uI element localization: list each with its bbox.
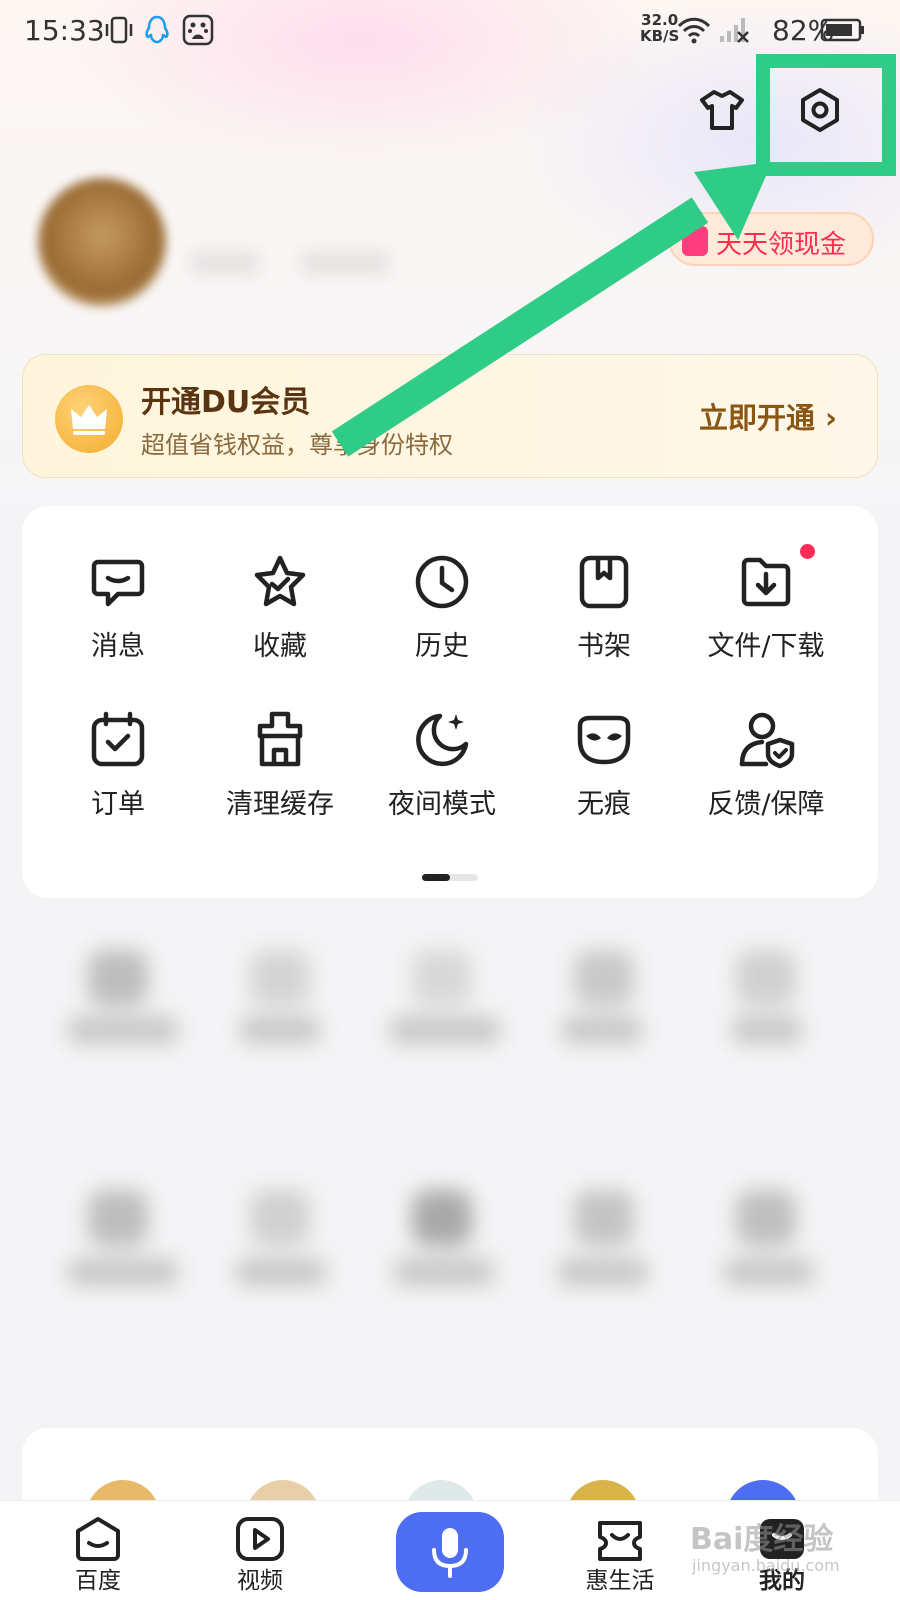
service-label [562, 1016, 642, 1044]
service-label [724, 1258, 814, 1286]
tab-video[interactable]: 视频 [190, 1501, 330, 1600]
night-mode-icon [416, 713, 469, 767]
bookshelf-icon [579, 555, 629, 609]
function-history[interactable]: 历史 [360, 530, 524, 662]
message-icon [91, 559, 145, 607]
tab-baidu[interactable]: 百度 [28, 1501, 168, 1600]
function-label: 夜间模式 [388, 789, 496, 820]
service-icon [412, 950, 472, 1006]
service-icon [88, 950, 148, 1006]
watermark-text: Bai度经验 [690, 1522, 834, 1557]
video-icon [236, 1517, 284, 1561]
function-label: 消息 [91, 631, 145, 662]
service-label [68, 1258, 178, 1286]
page-indicator-active [422, 874, 450, 881]
tab-label: 视频 [237, 1568, 283, 1594]
mic-icon [432, 1528, 468, 1578]
baidu-icon [76, 1517, 120, 1561]
service-icon [250, 950, 310, 1006]
service-icon [412, 1190, 472, 1246]
function-bookshelf[interactable]: 书架 [522, 530, 686, 662]
service-icon [574, 950, 634, 1006]
service-icon [250, 1190, 310, 1246]
function-orders[interactable]: 订单 [36, 688, 200, 820]
service-label [240, 1016, 320, 1044]
download-icon [741, 557, 791, 607]
feedback-icon [739, 712, 795, 769]
tab-life[interactable]: 惠生活 [550, 1501, 690, 1600]
function-label: 历史 [415, 631, 469, 662]
grid-page-indicator [422, 874, 478, 881]
function-grid-card: 消息 收藏 历史 书架 文件/下载 订单 清理缓存 夜间模式 无痕 反馈/保障 [22, 506, 878, 898]
clean-cache-icon [257, 711, 303, 767]
clock-icon [415, 555, 469, 609]
function-clean-cache[interactable]: 清理缓存 [198, 688, 362, 820]
service-icon [736, 1190, 796, 1246]
service-icon [88, 1190, 148, 1246]
function-download[interactable]: 文件/下载 [684, 530, 848, 662]
life-icon [598, 1521, 642, 1561]
service-label [558, 1258, 648, 1286]
notification-dot [800, 544, 815, 559]
tab-label: 惠生活 [585, 1568, 655, 1594]
service-label [68, 1016, 178, 1044]
tab-label: 百度 [75, 1568, 121, 1594]
function-label: 订单 [91, 789, 145, 820]
function-messages[interactable]: 消息 [36, 530, 200, 662]
service-label [394, 1258, 494, 1286]
function-feedback[interactable]: 反馈/保障 [684, 688, 848, 820]
service-label [236, 1258, 326, 1286]
order-icon [91, 711, 145, 767]
voice-search-button[interactable] [396, 1512, 504, 1592]
function-label: 收藏 [253, 631, 307, 662]
function-label: 无痕 [577, 789, 631, 820]
service-icon [574, 1190, 634, 1246]
function-label: 书架 [577, 631, 631, 662]
function-label: 清理缓存 [226, 789, 334, 820]
service-label [732, 1016, 802, 1044]
function-label: 反馈/保障 [707, 789, 825, 820]
service-icon [736, 950, 796, 1006]
star-icon [254, 555, 306, 607]
watermark-url: jingyan.baidu.com [692, 1556, 840, 1575]
function-label: 文件/下载 [707, 631, 825, 662]
function-incognito[interactable]: 无痕 [522, 688, 686, 820]
function-night-mode[interactable]: 夜间模式 [360, 688, 524, 820]
blurred-services [22, 920, 878, 1380]
function-favorites[interactable]: 收藏 [198, 530, 362, 662]
incognito-icon [577, 715, 631, 765]
service-label [390, 1016, 500, 1044]
